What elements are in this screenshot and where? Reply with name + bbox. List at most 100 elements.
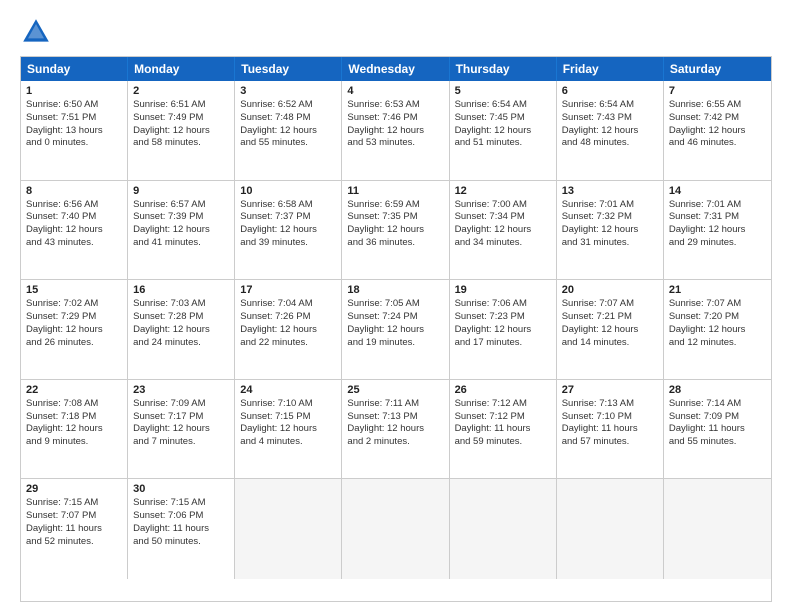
day-number: 14 bbox=[669, 185, 766, 197]
cell-line: Sunset: 7:42 PM bbox=[669, 112, 766, 125]
cell-line: and 53 minutes. bbox=[347, 137, 443, 150]
cell-line: Sunset: 7:24 PM bbox=[347, 311, 443, 324]
calendar-cell-18: 18Sunrise: 7:05 AMSunset: 7:24 PMDayligh… bbox=[342, 280, 449, 379]
cell-line: Sunset: 7:12 PM bbox=[455, 411, 551, 424]
day-number: 20 bbox=[562, 284, 658, 296]
cell-line: Daylight: 12 hours bbox=[26, 324, 122, 337]
cell-line: and 34 minutes. bbox=[455, 237, 551, 250]
cell-line: Sunset: 7:10 PM bbox=[562, 411, 658, 424]
cell-line: Daylight: 12 hours bbox=[669, 224, 766, 237]
day-number: 19 bbox=[455, 284, 551, 296]
cell-line: Sunrise: 6:58 AM bbox=[240, 199, 336, 212]
cell-line: Sunset: 7:32 PM bbox=[562, 211, 658, 224]
calendar-header: SundayMondayTuesdayWednesdayThursdayFrid… bbox=[21, 57, 771, 81]
header-day-friday: Friday bbox=[557, 57, 664, 81]
calendar-row-1: 1Sunrise: 6:50 AMSunset: 7:51 PMDaylight… bbox=[21, 81, 771, 181]
calendar-cell-empty bbox=[664, 479, 771, 579]
cell-line: Sunset: 7:17 PM bbox=[133, 411, 229, 424]
cell-line: Sunrise: 7:04 AM bbox=[240, 298, 336, 311]
cell-line: and 24 minutes. bbox=[133, 337, 229, 350]
cell-line: Sunrise: 7:14 AM bbox=[669, 398, 766, 411]
cell-line: and 31 minutes. bbox=[562, 237, 658, 250]
cell-line: Sunrise: 6:51 AM bbox=[133, 99, 229, 112]
cell-line: Sunset: 7:51 PM bbox=[26, 112, 122, 125]
calendar: SundayMondayTuesdayWednesdayThursdayFrid… bbox=[20, 56, 772, 602]
day-number: 10 bbox=[240, 185, 336, 197]
header-day-tuesday: Tuesday bbox=[235, 57, 342, 81]
cell-line: and 41 minutes. bbox=[133, 237, 229, 250]
cell-line: Sunset: 7:13 PM bbox=[347, 411, 443, 424]
cell-line: Sunrise: 6:55 AM bbox=[669, 99, 766, 112]
calendar-cell-10: 10Sunrise: 6:58 AMSunset: 7:37 PMDayligh… bbox=[235, 181, 342, 280]
calendar-cell-30: 30Sunrise: 7:15 AMSunset: 7:06 PMDayligh… bbox=[128, 479, 235, 579]
cell-line: and 50 minutes. bbox=[133, 536, 229, 549]
day-number: 7 bbox=[669, 85, 766, 97]
cell-line: Sunset: 7:48 PM bbox=[240, 112, 336, 125]
header-day-saturday: Saturday bbox=[664, 57, 771, 81]
calendar-cell-25: 25Sunrise: 7:11 AMSunset: 7:13 PMDayligh… bbox=[342, 380, 449, 479]
calendar-row-5: 29Sunrise: 7:15 AMSunset: 7:07 PMDayligh… bbox=[21, 479, 771, 579]
cell-line: Daylight: 12 hours bbox=[455, 125, 551, 138]
calendar-cell-13: 13Sunrise: 7:01 AMSunset: 7:32 PMDayligh… bbox=[557, 181, 664, 280]
cell-line: and 2 minutes. bbox=[347, 436, 443, 449]
calendar-cell-empty bbox=[450, 479, 557, 579]
cell-line: Sunrise: 7:02 AM bbox=[26, 298, 122, 311]
cell-line: Sunset: 7:35 PM bbox=[347, 211, 443, 224]
day-number: 28 bbox=[669, 384, 766, 396]
cell-line: Daylight: 13 hours bbox=[26, 125, 122, 138]
cell-line: and 7 minutes. bbox=[133, 436, 229, 449]
calendar-cell-empty bbox=[342, 479, 449, 579]
day-number: 5 bbox=[455, 85, 551, 97]
cell-line: Sunset: 7:29 PM bbox=[26, 311, 122, 324]
cell-line: Sunrise: 6:54 AM bbox=[455, 99, 551, 112]
cell-line: Daylight: 12 hours bbox=[240, 423, 336, 436]
cell-line: Daylight: 12 hours bbox=[26, 224, 122, 237]
day-number: 11 bbox=[347, 185, 443, 197]
day-number: 25 bbox=[347, 384, 443, 396]
cell-line: Sunset: 7:18 PM bbox=[26, 411, 122, 424]
cell-line: Daylight: 12 hours bbox=[347, 423, 443, 436]
cell-line: Sunset: 7:28 PM bbox=[133, 311, 229, 324]
cell-line: Daylight: 12 hours bbox=[347, 324, 443, 337]
cell-line: Sunrise: 7:09 AM bbox=[133, 398, 229, 411]
cell-line: Daylight: 12 hours bbox=[562, 324, 658, 337]
cell-line: Sunset: 7:21 PM bbox=[562, 311, 658, 324]
calendar-cell-14: 14 Sunrise: 7:01 AMSunset: 7:31 PMDayligh… bbox=[664, 181, 771, 280]
day-number: 23 bbox=[133, 384, 229, 396]
cell-line: Daylight: 12 hours bbox=[133, 224, 229, 237]
cell-line: Daylight: 12 hours bbox=[347, 125, 443, 138]
cell-line: and 12 minutes. bbox=[669, 337, 766, 350]
calendar-body: 1Sunrise: 6:50 AMSunset: 7:51 PMDaylight… bbox=[21, 81, 771, 579]
cell-line: Daylight: 12 hours bbox=[455, 324, 551, 337]
cell-line: and 36 minutes. bbox=[347, 237, 443, 250]
cell-line: and 22 minutes. bbox=[240, 337, 336, 350]
day-number: 17 bbox=[240, 284, 336, 296]
header-day-thursday: Thursday bbox=[450, 57, 557, 81]
cell-line: and 43 minutes. bbox=[26, 237, 122, 250]
day-number: 13 bbox=[562, 185, 658, 197]
cell-line: Sunset: 7:31 PM bbox=[669, 211, 766, 224]
cell-line: and 48 minutes. bbox=[562, 137, 658, 150]
cell-line: Daylight: 12 hours bbox=[562, 125, 658, 138]
day-number: 4 bbox=[347, 85, 443, 97]
cell-line: Sunrise: 7:15 AM bbox=[133, 497, 229, 510]
cell-line: Daylight: 12 hours bbox=[133, 125, 229, 138]
cell-line: Sunrise: 7:03 AM bbox=[133, 298, 229, 311]
cell-line: Sunrise: 7:01 AM bbox=[669, 199, 766, 212]
cell-line: Sunset: 7:34 PM bbox=[455, 211, 551, 224]
cell-line: Daylight: 12 hours bbox=[240, 324, 336, 337]
cell-line: Daylight: 12 hours bbox=[133, 324, 229, 337]
cell-line: Sunset: 7:06 PM bbox=[133, 510, 229, 523]
cell-line: and 29 minutes. bbox=[669, 237, 766, 250]
cell-line: Daylight: 12 hours bbox=[347, 224, 443, 237]
cell-line: Sunrise: 7:12 AM bbox=[455, 398, 551, 411]
cell-line: Sunrise: 7:01 AM bbox=[562, 199, 658, 212]
calendar-cell-23: 23Sunrise: 7:09 AMSunset: 7:17 PMDayligh… bbox=[128, 380, 235, 479]
header-day-wednesday: Wednesday bbox=[342, 57, 449, 81]
calendar-row-4: 22Sunrise: 7:08 AMSunset: 7:18 PMDayligh… bbox=[21, 380, 771, 480]
cell-line: Sunset: 7:09 PM bbox=[669, 411, 766, 424]
calendar-cell-4: 4Sunrise: 6:53 AMSunset: 7:46 PMDaylight… bbox=[342, 81, 449, 180]
calendar-cell-empty bbox=[557, 479, 664, 579]
header-day-monday: Monday bbox=[128, 57, 235, 81]
day-number: 16 bbox=[133, 284, 229, 296]
